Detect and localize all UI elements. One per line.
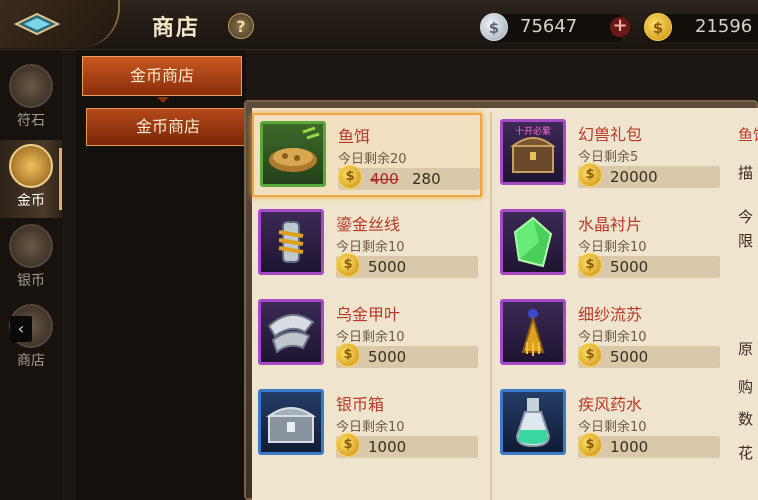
tassel-icon <box>521 309 545 356</box>
shop-item-tassel[interactable]: 细纱流苏 今日剩余10 $ 5000 <box>494 293 724 377</box>
item-name: 乌金甲叶 <box>336 305 401 324</box>
item-icon-frame <box>258 209 324 275</box>
gold-coin-icon: $ <box>336 253 360 277</box>
nav-item-rune[interactable]: 符石 <box>0 60 62 138</box>
sub-nav-header: 金币商店 <box>82 56 242 103</box>
shop-item-beast-pack[interactable]: 十开必紫 幻兽礼包 今日剩余5 $ 20000 <box>494 113 724 197</box>
item-price: 20000 <box>610 168 658 186</box>
armor-leaf-icon <box>267 314 315 354</box>
help-icon[interactable]: ? <box>228 13 254 39</box>
item-name: 银币箱 <box>336 395 385 414</box>
gold-coin-icon: $ <box>578 433 602 457</box>
gold-coin-icon: $ <box>578 253 602 277</box>
gold-coin-icon: $ <box>578 163 602 187</box>
item-icon-frame <box>260 121 326 187</box>
nav-item-silver[interactable]: 银币 <box>0 220 62 298</box>
item-name: 幻兽礼包 <box>578 125 643 144</box>
item-name: 细纱流苏 <box>578 305 643 324</box>
bait-icon <box>269 126 320 172</box>
nav-label: 金币 <box>17 193 45 209</box>
detail-buy: 购 <box>738 378 754 396</box>
add-silver-button[interactable]: + <box>610 17 630 37</box>
rune-icon <box>9 64 53 108</box>
item-remaining: 今日剩余5 <box>578 150 639 165</box>
golden-thread-icon <box>278 221 304 263</box>
top-bar: 商店 ? $ 75647 + $ 21596 <box>0 0 758 50</box>
treasure-chest-icon: 十开必紫 <box>510 125 556 173</box>
silver-chest-icon <box>265 407 317 443</box>
shop-item-crystal-shard[interactable]: 水晶衬片 今日剩余10 $ 5000 <box>494 203 724 287</box>
item-price: 1000 <box>368 438 407 456</box>
item-detail-panel: 鱼饵 描 今 限 原 购 数 花 <box>732 112 758 500</box>
item-price: 5000 <box>610 348 649 366</box>
detail-limit: 限 <box>738 232 754 250</box>
item-price: 1000 <box>610 438 649 456</box>
detail-cost: 花 <box>738 444 754 462</box>
nav-label: 商店 <box>17 353 45 369</box>
left-nav: 符石 金币 银币 商店 ‹ <box>0 50 62 500</box>
grid-divider <box>490 112 492 500</box>
item-original-price: 400 <box>370 170 399 188</box>
gold-coin-icon: $ <box>644 13 672 41</box>
detail-title: 鱼饵 <box>738 126 758 144</box>
detail-description: 描 <box>738 164 754 182</box>
item-price: 280 <box>412 170 441 188</box>
item-icon-frame: 十开必紫 <box>500 119 566 185</box>
page-title: 商店 <box>152 15 201 41</box>
potion-icon <box>515 398 551 448</box>
detail-original-price: 原 <box>738 340 754 358</box>
item-name: 疾风药水 <box>578 395 643 414</box>
shop-item-bait[interactable]: 鱼饵 今日剩余20 $ 400 280 <box>252 113 482 197</box>
item-icon-frame <box>500 389 566 455</box>
gold-coin-icon: $ <box>338 165 362 189</box>
item-name: 水晶衬片 <box>578 215 643 234</box>
nav-label: 符石 <box>17 113 45 129</box>
item-price: 5000 <box>368 348 407 366</box>
item-price: 5000 <box>368 258 407 276</box>
gold-coin-icon <box>9 144 53 188</box>
item-name: 鱼饵 <box>338 127 371 146</box>
gold-amount: 21596 <box>695 16 753 37</box>
shop-item-silver-chest[interactable]: 银币箱 今日剩余10 $ 1000 <box>252 383 482 467</box>
item-icon-frame <box>500 209 566 275</box>
nav-item-gold[interactable]: 金币 <box>0 140 62 218</box>
shop-item-gale-potion[interactable]: 疾风药水 今日剩余10 $ 1000 <box>494 383 724 467</box>
detail-today: 今 <box>738 208 754 226</box>
crystal-shard-icon <box>513 216 553 268</box>
item-icon-frame <box>500 299 566 365</box>
gold-coin-icon: $ <box>578 343 602 367</box>
shop-item-golden-thread[interactable]: 鎏金丝线 今日剩余10 $ 5000 <box>252 203 482 287</box>
item-icon-frame <box>258 299 324 365</box>
item-price: 5000 <box>610 258 649 276</box>
gold-coin-icon: $ <box>336 433 360 457</box>
collapse-arrow-icon[interactable]: ‹ <box>10 316 32 342</box>
detail-quantity: 数 <box>738 410 754 428</box>
nav-label: 银币 <box>17 273 45 289</box>
chest-badge-text: 十开必紫 <box>515 125 551 137</box>
silver-coin-icon <box>9 224 53 268</box>
gold-coin-icon: $ <box>336 343 360 367</box>
sub-nav-item-gold-shop[interactable]: 金币商店 <box>86 108 250 146</box>
back-arrow-icon <box>13 12 61 36</box>
silver-coin-icon: $ <box>480 13 508 41</box>
back-button[interactable] <box>0 0 120 48</box>
item-icon-frame <box>258 389 324 455</box>
item-name: 鎏金丝线 <box>336 215 401 234</box>
silver-amount: 75647 <box>520 16 578 37</box>
shop-item-armor-leaf[interactable]: 乌金甲叶 今日剩余10 $ 5000 <box>252 293 482 377</box>
active-indicator <box>59 148 62 210</box>
